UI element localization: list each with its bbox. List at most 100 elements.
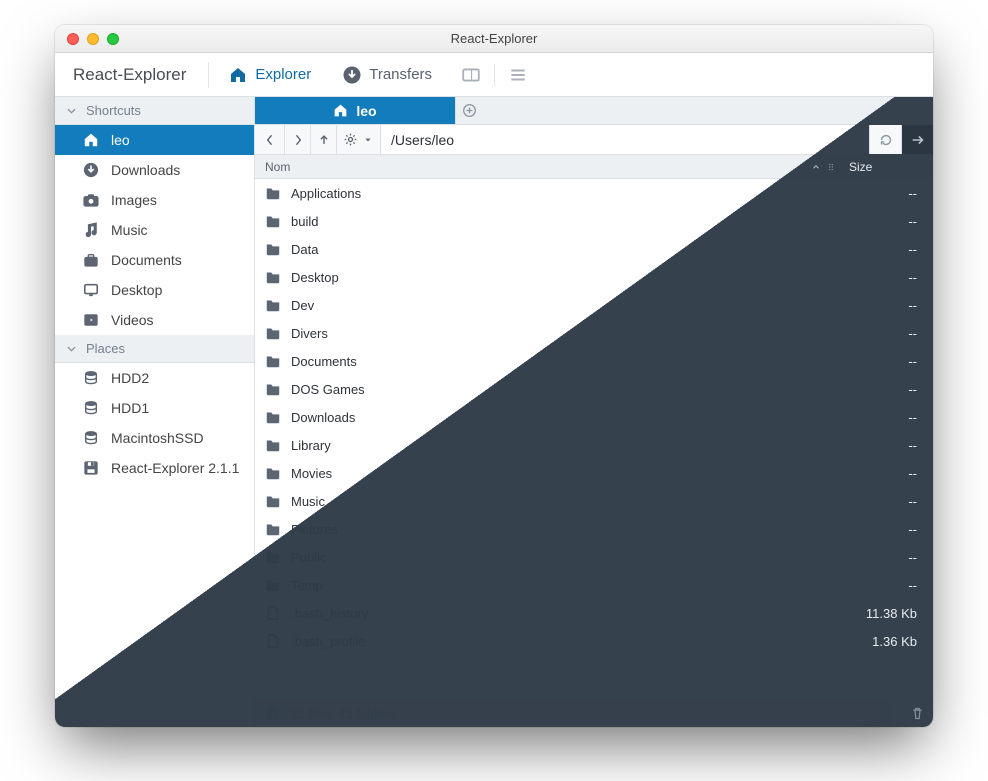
sidebar-section-header[interactable]: Places	[55, 335, 254, 363]
trash-icon[interactable]	[910, 706, 925, 721]
folder-icon	[265, 549, 281, 565]
path-input[interactable]	[381, 125, 869, 154]
file-row[interactable]: Desktop--	[255, 263, 933, 291]
folder-icon	[265, 493, 281, 509]
menu-button[interactable]	[495, 53, 541, 96]
main-pane: leo Nom	[255, 97, 933, 727]
sidebar-item-hdd1[interactable]: HDD1	[55, 393, 254, 423]
brand-title: React-Explorer	[55, 65, 204, 85]
tab-leo[interactable]: leo	[255, 97, 455, 124]
file-name: Desktop	[291, 270, 837, 285]
file-list[interactable]: Applications--build--Data--Desktop--Dev-…	[255, 179, 933, 699]
file-name: Data	[291, 242, 837, 257]
sidebar: ShortcutsleoDownloadsImagesMusic Document…	[55, 97, 255, 727]
refresh-button[interactable]	[869, 125, 901, 154]
database-icon	[265, 706, 280, 721]
file-size: 1.36 Kb	[837, 634, 933, 649]
file-size: --	[837, 466, 933, 481]
sort-indicator[interactable]	[803, 160, 843, 174]
file-row[interactable]: Downloads--	[255, 403, 933, 431]
folder-icon	[265, 185, 281, 201]
nav-label: Transfers	[369, 66, 432, 83]
tab-label: leo	[356, 103, 376, 119]
back-button[interactable]	[255, 125, 285, 154]
refresh-icon	[878, 132, 894, 148]
file-name: Movies	[291, 466, 837, 481]
sidebar-section-header[interactable]: Shortcuts	[55, 97, 254, 125]
caret-down-icon	[362, 134, 374, 146]
sidebar-item-label: Documents	[111, 252, 182, 268]
file-row[interactable]: Public--	[255, 543, 933, 571]
split-view-button[interactable]	[448, 53, 494, 96]
file-size: --	[837, 298, 933, 313]
column-name[interactable]: Nom	[255, 160, 803, 174]
file-name: Pictures	[291, 522, 837, 537]
file-size: --	[837, 270, 933, 285]
sidebar-item-videos[interactable]: Videos	[55, 305, 254, 335]
folder-icon	[265, 577, 281, 593]
file-row[interactable]: Divers--	[255, 319, 933, 347]
folder-icon	[265, 437, 281, 453]
file-size: --	[837, 214, 933, 229]
file-row[interactable]: Dev--	[255, 291, 933, 319]
nav-explorer[interactable]: Explorer	[213, 53, 327, 96]
sidebar-item-downloads[interactable]: Downloads	[55, 155, 254, 185]
download-icon	[343, 66, 361, 84]
gear-icon	[343, 132, 358, 147]
file-row[interactable]: Applications--	[255, 179, 933, 207]
view-options-button[interactable]	[337, 125, 381, 154]
arrow-up-icon	[317, 133, 331, 147]
folder-icon	[265, 381, 281, 397]
drag-handle-icon	[826, 160, 836, 174]
home-icon	[333, 103, 348, 118]
floppy-icon	[83, 460, 99, 476]
file-row[interactable]: Music--	[255, 487, 933, 515]
file-row[interactable]: build--	[255, 207, 933, 235]
appbar: React-Explorer Explorer Transfers	[55, 53, 933, 97]
nav-transfers[interactable]: Transfers	[327, 53, 448, 96]
column-size[interactable]: Size	[843, 160, 933, 174]
sidebar-item-desktop[interactable]: Desktop	[55, 275, 254, 305]
parent-dir-button[interactable]	[311, 125, 337, 154]
plus-icon	[462, 103, 477, 118]
file-size: --	[837, 382, 933, 397]
file-row[interactable]: DOS Games--	[255, 375, 933, 403]
file-row[interactable]: Documents--	[255, 347, 933, 375]
sidebar-item-hdd2[interactable]: HDD2	[55, 363, 254, 393]
sidebar-item-leo[interactable]: leo	[55, 125, 254, 155]
folder-icon	[265, 269, 281, 285]
file-row[interactable]: .bash_history11.38 Kb	[255, 599, 933, 627]
file-row[interactable]: .bash_profile1.36 Kb	[255, 627, 933, 655]
titlebar[interactable]: React-Explorer	[55, 25, 933, 53]
column-headers: Nom Size	[255, 155, 933, 179]
separator	[208, 62, 209, 88]
add-tab-button[interactable]	[455, 97, 483, 124]
file-row[interactable]: Movies--	[255, 459, 933, 487]
file-row[interactable]: Temp--	[255, 571, 933, 599]
sidebar-item-music[interactable]: Music	[55, 215, 254, 245]
forward-button[interactable]	[285, 125, 311, 154]
nav-label: Explorer	[255, 66, 311, 83]
sidebar-item-macintoshssd[interactable]: MacintoshSSD	[55, 423, 254, 453]
sidebar-item-documents[interactable]: Documents	[55, 245, 254, 275]
file-size: --	[837, 326, 933, 341]
file-row[interactable]: Data--	[255, 235, 933, 263]
sidebar-item-images[interactable]: Images	[55, 185, 254, 215]
file-size: --	[837, 494, 933, 509]
file-name: Divers	[291, 326, 837, 341]
file-name: Music	[291, 494, 837, 509]
file-size: --	[837, 354, 933, 369]
sidebar-item-label: HDD1	[111, 400, 149, 416]
file-icon	[265, 633, 281, 649]
file-row[interactable]: Library--	[255, 431, 933, 459]
sidebar-item-label: MacintoshSSD	[111, 430, 204, 446]
desktop-icon	[83, 282, 99, 298]
file-row[interactable]: Pictures--	[255, 515, 933, 543]
file-size: --	[837, 522, 933, 537]
file-size: --	[837, 438, 933, 453]
open-button[interactable]	[901, 125, 933, 154]
folder-icon	[265, 353, 281, 369]
file-name: Public	[291, 550, 837, 565]
sidebar-item-react-explorer-2-1-1[interactable]: React-Explorer 2.1.1	[55, 453, 254, 483]
arrow-right-icon	[910, 132, 926, 148]
